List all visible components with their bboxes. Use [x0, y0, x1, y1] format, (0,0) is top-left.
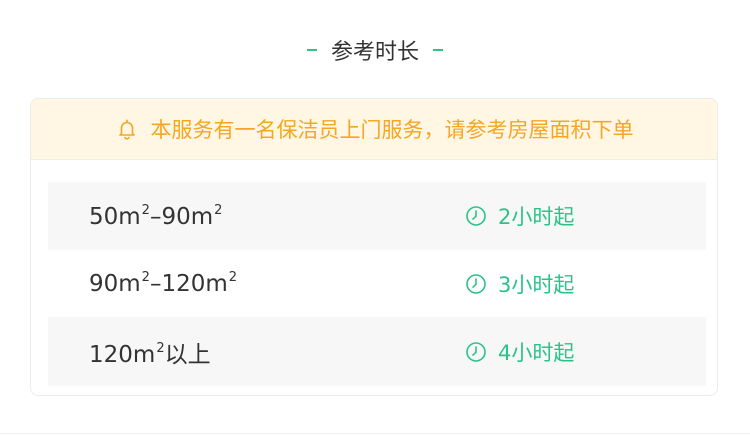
duration-row: 90m2–120m2 3小时起 [48, 250, 706, 317]
duration-value: 3小时起 [465, 269, 574, 299]
area-range: 50m2–90m2 [89, 202, 223, 230]
notice-text: 本服务有一名保洁员上门服务，请参考房屋面积下单 [150, 118, 634, 142]
clock-icon [465, 205, 487, 227]
title-dash-right [433, 49, 443, 51]
divider [0, 433, 750, 434]
title-dash-left [306, 49, 317, 51]
duration-row: 50m2–90m2 2小时起 [48, 182, 706, 250]
clock-icon [465, 273, 487, 295]
area-range: 120m2以上 [89, 340, 211, 368]
duration-card: 本服务有一名保洁员上门服务，请参考房屋面积下单 50m2–90m2 2小时起 9… [30, 98, 718, 396]
duration-row: 120m2以上 4小时起 [48, 317, 706, 386]
area-range: 90m2–120m2 [89, 270, 238, 297]
duration-value: 2小时起 [465, 201, 574, 231]
bell-icon [115, 117, 139, 141]
duration-value: 4小时起 [465, 337, 574, 367]
section-title-text: 参考时长 [330, 40, 419, 65]
clock-icon [465, 341, 487, 363]
duration-list: 50m2–90m2 2小时起 90m2–120m2 3小时起 120m2以上 4… [48, 182, 706, 386]
section-title: 参考时长 [0, 30, 750, 70]
notice-banner: 本服务有一名保洁员上门服务，请参考房屋面积下单 [31, 99, 717, 160]
